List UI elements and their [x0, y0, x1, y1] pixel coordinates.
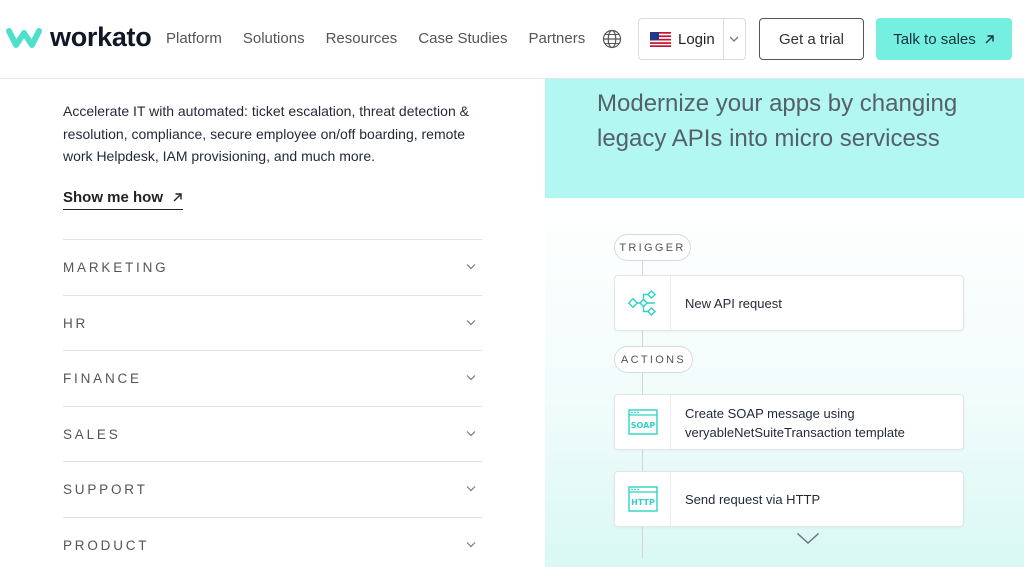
accordion-label: PRODUCT	[63, 537, 150, 553]
step-card-new-api-request[interactable]: New API request	[614, 275, 964, 331]
main-nav: Platform Solutions Resources Case Studie…	[166, 30, 606, 47]
accordion-label: MARKETING	[63, 260, 169, 275]
nav-item-partners[interactable]: Partners	[529, 30, 586, 47]
accordion-item-finance[interactable]: FINANCE	[63, 350, 482, 406]
http-icon-label: HTTP	[631, 498, 655, 507]
intro-paragraph: Accelerate IT with automated: ticket esc…	[63, 103, 469, 164]
arrow-up-right-icon	[173, 193, 182, 202]
step-card-create-soap-message[interactable]: SOAP Create SOAP message using veryableN…	[614, 394, 964, 450]
step-card-send-request-http[interactable]: HTTP Send request via HTTP	[614, 471, 964, 527]
accordion-label: HR	[63, 315, 89, 331]
login-divider	[723, 19, 724, 59]
http-icon: HTTP	[627, 486, 658, 512]
soap-icon-label: SOAP	[630, 421, 655, 430]
card-icon-box: HTTP	[615, 472, 671, 526]
nav-item-platform[interactable]: Platform	[166, 30, 222, 47]
chevron-down-icon	[466, 319, 476, 325]
chevron-down-icon[interactable]	[728, 35, 740, 43]
accordion-label: FINANCE	[63, 371, 142, 386]
chevron-down-icon	[466, 430, 476, 436]
card-icon-box	[615, 276, 671, 330]
show-me-how-link[interactable]: Show me how	[63, 189, 184, 210]
accordion-item-hr[interactable]: HR	[63, 294, 482, 351]
step-text: Create SOAP message using veryableNetSui…	[685, 406, 905, 440]
us-flag-icon	[650, 32, 671, 47]
nav-item-case-studies[interactable]: Case Studies	[418, 30, 507, 47]
talk-to-sales-label: Talk to sales	[893, 30, 976, 48]
trigger-pill: TRIGGER	[614, 234, 691, 261]
chevron-down-icon[interactable]	[796, 532, 820, 545]
top-navigation-bar: workato Platform Solutions Resources Cas…	[0, 0, 1024, 79]
brand-name: workato	[50, 22, 152, 52]
accordion-label: SALES	[63, 426, 121, 442]
actions-pill: ACTIONS	[614, 346, 693, 373]
accordion-item-support[interactable]: SUPPORT	[63, 461, 482, 517]
chevron-down-icon	[466, 375, 476, 381]
nav-item-solutions[interactable]: Solutions	[243, 30, 305, 47]
arrow-up-right-icon	[985, 34, 994, 43]
soap-icon: SOAP	[627, 409, 658, 435]
login-label: Login	[678, 31, 715, 48]
get-a-trial-button[interactable]: Get a trial	[759, 18, 864, 60]
accordion-item-sales[interactable]: SALES	[63, 405, 482, 462]
workato-logo[interactable]: workato	[6, 22, 152, 53]
globe-icon[interactable]	[602, 29, 622, 49]
card-icon-box: SOAP	[615, 395, 671, 449]
recipe-headline: Modernize your apps by changing legacy A…	[597, 90, 958, 152]
workato-logo-icon	[6, 27, 42, 48]
show-me-how-label: Show me how	[63, 189, 164, 206]
department-accordion: MARKETING HR FINANCE SALES SUPPORT PRODU…	[63, 239, 482, 567]
step-text: New API request	[685, 296, 782, 311]
nav-item-resources[interactable]: Resources	[326, 30, 398, 47]
chevron-down-icon	[466, 541, 476, 547]
step-text: Send request via HTTP	[685, 492, 821, 507]
accordion-label: SUPPORT	[63, 482, 148, 497]
login-button[interactable]: Login	[638, 18, 746, 60]
flow-icon	[627, 289, 656, 317]
talk-to-sales-button[interactable]: Talk to sales	[876, 18, 1012, 60]
chevron-down-icon	[466, 486, 476, 492]
chevron-down-icon	[466, 264, 476, 270]
accordion-item-marketing[interactable]: MARKETING	[63, 239, 482, 295]
accordion-item-product[interactable]: PRODUCT	[63, 516, 482, 567]
